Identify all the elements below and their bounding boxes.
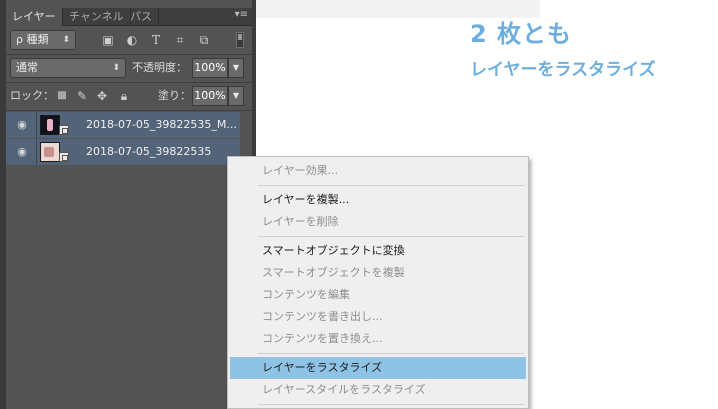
layer-row[interactable]: ◉ 2018-07-05_39822535_M... bbox=[6, 112, 240, 138]
menu-separator bbox=[258, 353, 524, 354]
opacity-dropdown-button[interactable]: ▼ bbox=[228, 58, 244, 78]
lock-transparency-icon[interactable]: ▩ bbox=[54, 86, 70, 106]
lock-pixels-brush-icon[interactable]: ✎ bbox=[74, 86, 90, 106]
shape-filter-icon[interactable]: ⌗ bbox=[172, 30, 188, 50]
layer-name[interactable]: 2018-07-05_39822535_M... bbox=[86, 112, 237, 138]
menu-separator bbox=[258, 404, 524, 405]
adjustment-filter-icon[interactable]: ◐ bbox=[124, 30, 140, 50]
opacity-label: 不透明度： bbox=[132, 61, 187, 74]
menu-item-export-contents[interactable]: コンテンツを書き出し... bbox=[230, 306, 526, 328]
layer-row[interactable]: ◉ 2018-07-05_39822535 bbox=[6, 139, 240, 165]
layer-name[interactable]: 2018-07-05_39822535 bbox=[86, 139, 211, 165]
layer-thumbnail bbox=[40, 142, 60, 162]
divider bbox=[36, 112, 37, 138]
lock-row: ロック： ▩ ✎ ✥ 🔒︎ 塗り： 100% ▼ bbox=[6, 86, 252, 106]
filter-kind-label: ρ 種類 bbox=[16, 33, 49, 46]
layer-thumbnail bbox=[40, 115, 60, 135]
annotation-title: 2 枚とも bbox=[470, 20, 573, 48]
menu-item-edit-contents[interactable]: コンテンツを編集 bbox=[230, 284, 526, 306]
blend-mode-value: 通常 bbox=[16, 61, 38, 74]
panel-tab-bar: レイヤー チャンネル パス ▾≡ bbox=[6, 8, 252, 26]
menu-item-delete-layer[interactable]: レイヤーを削除 bbox=[230, 211, 526, 233]
fill-dropdown-button[interactable]: ▼ bbox=[228, 86, 244, 106]
blend-mode-select[interactable]: 通常 ⬍ bbox=[10, 58, 126, 78]
fill-input[interactable]: 100% bbox=[192, 86, 228, 106]
opacity-input[interactable]: 100% bbox=[192, 58, 228, 78]
divider bbox=[6, 110, 252, 111]
blend-row: 通常 ⬍ 不透明度： 100% ▼ bbox=[6, 58, 252, 78]
lock-all-padlock-icon[interactable]: 🔒︎ bbox=[116, 86, 132, 106]
panel-menu-icon[interactable]: ▾≡ bbox=[235, 9, 248, 20]
filter-row: ρ 種類 ⬍ ▣ ◐ T ⌗ ⧉ bbox=[6, 30, 252, 50]
menu-item-convert-to-smart-object[interactable]: スマートオブジェクトに変換 bbox=[230, 240, 526, 262]
menu-separator bbox=[258, 185, 524, 186]
layers-panel: レイヤー チャンネル パス ▾≡ ρ 種類 ⬍ ▣ ◐ T ⌗ ⧉ 通常 ⬍ 不… bbox=[0, 0, 256, 409]
image-filter-icon[interactable]: ▣ bbox=[100, 30, 116, 50]
divider bbox=[36, 139, 37, 165]
fill-label: 塗り： bbox=[158, 89, 191, 102]
tab-channels[interactable]: チャンネル bbox=[63, 8, 131, 26]
menu-item-layer-effects[interactable]: レイヤー効果... bbox=[230, 160, 526, 182]
menu-separator bbox=[258, 236, 524, 237]
divider bbox=[6, 82, 252, 83]
filter-toggle-switch[interactable] bbox=[236, 32, 244, 48]
smart-object-badge-icon bbox=[59, 152, 69, 162]
menu-item-rasterize-layer[interactable]: レイヤーをラスタライズ bbox=[230, 357, 526, 379]
switch-knob bbox=[238, 34, 242, 40]
menu-item-replace-contents[interactable]: コンテンツを置き換え... bbox=[230, 328, 526, 350]
menu-item-rasterize-layer-style[interactable]: レイヤースタイルをラスタライズ bbox=[230, 379, 526, 401]
eye-visibility-icon[interactable]: ◉ bbox=[15, 145, 29, 159]
layer-context-menu: レイヤー効果... レイヤーを複製... レイヤーを削除 スマートオブジェクトに… bbox=[227, 156, 529, 409]
divider bbox=[6, 54, 252, 55]
filter-kind-select[interactable]: ρ 種類 ⬍ bbox=[10, 30, 76, 50]
annotation-subtitle: レイヤーをラスタライズ bbox=[470, 60, 656, 80]
tab-paths[interactable]: パス bbox=[124, 8, 159, 26]
smart-object-filter-icon[interactable]: ⧉ bbox=[196, 30, 212, 50]
menu-item-duplicate-smart-object[interactable]: スマートオブジェクトを複製 bbox=[230, 262, 526, 284]
updown-arrow-icon: ⬍ bbox=[112, 63, 120, 73]
eye-visibility-icon[interactable]: ◉ bbox=[15, 118, 29, 132]
tab-layers[interactable]: レイヤー bbox=[6, 8, 63, 26]
lock-label: ロック： bbox=[10, 89, 54, 102]
updown-arrow-icon: ⬍ bbox=[62, 35, 70, 45]
smart-object-badge-icon bbox=[59, 125, 69, 135]
lock-position-move-icon[interactable]: ✥ bbox=[94, 86, 110, 106]
type-filter-icon[interactable]: T bbox=[148, 30, 164, 50]
menu-item-duplicate-layer[interactable]: レイヤーを複製... bbox=[230, 189, 526, 211]
